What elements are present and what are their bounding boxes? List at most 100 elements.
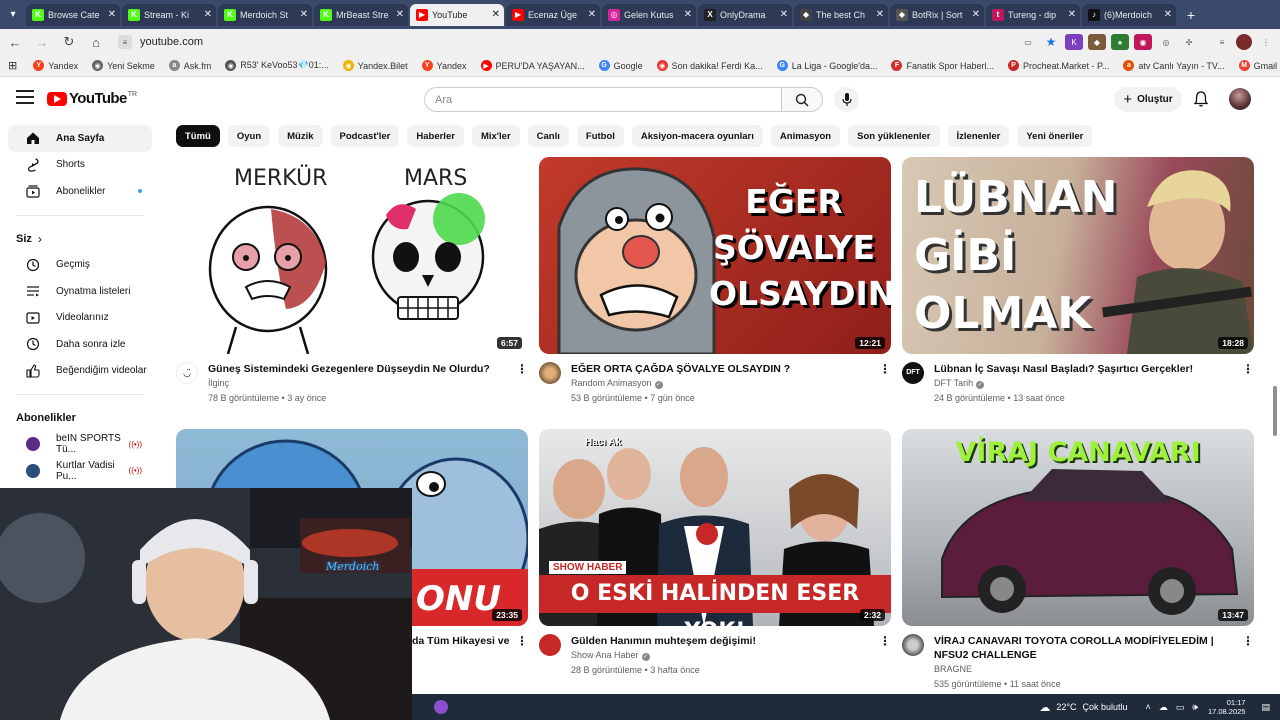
close-tab-icon[interactable]: ✕ — [780, 9, 788, 20]
close-tab-icon[interactable]: ✕ — [1164, 9, 1172, 20]
bookmark-item[interactable]: ▶ PERU'DA YAŞAYAN... — [480, 60, 585, 71]
close-tab-icon[interactable]: ✕ — [876, 9, 884, 20]
filter-chip[interactable]: Haberler — [407, 125, 464, 147]
filter-chip[interactable]: Animasyon — [770, 125, 841, 147]
close-tab-icon[interactable]: ✕ — [300, 9, 308, 20]
browser-tab[interactable]: t Tureng - dip ✕ — [986, 3, 1080, 26]
video-title[interactable]: EĞER ORTA ÇAĞDA ŞÖVALYE OLSAYDIN ? — [571, 362, 879, 376]
filter-chip[interactable]: Mix'ler — [471, 125, 520, 147]
more-actions-icon[interactable]: ⋮ — [516, 634, 528, 648]
extension-3-icon[interactable]: ● — [1111, 34, 1129, 50]
channel-avatar[interactable] — [902, 634, 924, 656]
bookmark-item[interactable]: ◉ Yeni Sekme — [92, 60, 155, 71]
profile-avatar-icon[interactable] — [1236, 34, 1252, 50]
bookmark-item[interactable]: F Fanatik Spor Haberl... — [891, 60, 994, 71]
more-actions-icon[interactable]: ⋮ — [879, 634, 891, 678]
home-button-icon[interactable]: ⌂ — [84, 30, 108, 54]
browser-tab[interactable]: ◆ The best Ch ✕ — [794, 3, 888, 26]
browser-tab[interactable]: K Merdoich St ✕ — [218, 3, 312, 26]
more-actions-icon[interactable]: ⋮ — [1242, 634, 1254, 692]
account-avatar[interactable] — [1229, 88, 1251, 110]
media-control-icon[interactable]: ≡ — [1213, 34, 1231, 50]
page-scrollbar[interactable] — [1273, 386, 1277, 436]
video-title[interactable]: VİRAJ CANAVARI TOYOTA COROLLA MODİFİYELE… — [934, 634, 1242, 662]
bookmark-item[interactable]: Y Yandex — [33, 60, 78, 71]
site-info-icon[interactable]: ≡ — [118, 35, 132, 49]
channel-avatar[interactable]: DFT — [902, 362, 924, 384]
browser-tab[interactable]: ◎ Gelen Kutus ✕ — [602, 3, 696, 26]
filter-chip[interactable]: Müzik — [278, 125, 323, 147]
channel-name[interactable]: Show Ana Haber — [571, 650, 639, 660]
weather-desc[interactable]: Çok bulutlu — [1082, 702, 1127, 712]
channel-name-row[interactable]: Show Ana Haber ✓ — [571, 648, 879, 663]
url-field[interactable]: ≡ youtube.com — [118, 31, 1019, 53]
browser-tab[interactable]: X OnlyDrama ✕ — [698, 3, 792, 26]
notifications-icon[interactable]: ▤ — [1261, 702, 1270, 713]
video-card[interactable]: Hacı Ak SHOW HABER O ESKİ HALİNDEN ESER … — [539, 429, 891, 678]
bookmark-item[interactable]: Y Yandex — [421, 60, 467, 71]
bookmark-item[interactable]: ◉ R53' KeVoo53💎01:... — [225, 60, 329, 71]
clock[interactable]: 01:17 17.08.2025 — [1208, 698, 1246, 716]
browser-tab[interactable]: ◆ BotRix | Sort ✕ — [890, 3, 984, 26]
browser-tab[interactable]: ▶ YouTube ✕ — [410, 3, 504, 26]
forward-icon[interactable]: → — [30, 30, 54, 54]
bookmark-item[interactable]: ◉ Son dakika! Ferdi Ka... — [656, 60, 763, 71]
taskbar-app-icon[interactable] — [434, 700, 448, 714]
weather-temp[interactable]: 22°C — [1056, 702, 1076, 712]
subscription-item[interactable]: Kurtlar Vadisi Pu... ((•)) — [8, 458, 152, 485]
sidebar-item[interactable]: Ana Sayfa — [8, 125, 152, 152]
video-thumbnail[interactable]: LÜBNAN GİBİ OLMAK 18:28 — [902, 157, 1254, 354]
more-actions-icon[interactable]: ⋮ — [1242, 362, 1254, 406]
channel-name-row[interactable]: DFT Tarih ✓ — [934, 376, 1242, 391]
channel-name[interactable]: İlginç — [208, 376, 516, 391]
extension-4-icon[interactable]: ◉ — [1134, 34, 1152, 50]
filter-chip[interactable]: Tümü — [176, 125, 220, 147]
video-card[interactable]: LÜBNAN GİBİ OLMAK 18:28 DFT Lübnan İç Sa… — [902, 157, 1254, 406]
extension-1-icon[interactable]: K — [1065, 34, 1083, 50]
video-title[interactable]: Lübnan İç Savaşı Nasıl Başladı? Şaşırtıc… — [934, 362, 1242, 376]
apps-grid-icon[interactable]: ⊞ — [8, 59, 17, 72]
bookmark-item[interactable]: G La Liga - Google'da... — [776, 60, 877, 71]
sidebar-item[interactable]: Daha sonra izle — [8, 331, 152, 358]
extension-5-icon[interactable]: ◎ — [1157, 34, 1175, 50]
subscription-item[interactable]: beIN SPORTS Tü... ((•)) — [8, 431, 152, 458]
close-tab-icon[interactable]: ✕ — [972, 9, 980, 20]
browser-menu-icon[interactable]: ⋮ — [1257, 34, 1275, 50]
more-actions-icon[interactable]: ⋮ — [879, 362, 891, 406]
reload-icon[interactable]: ↻ — [57, 30, 81, 54]
video-card[interactable]: EĞER ŞÖVALYE OLSAYDIN? 12:21 EĞER ORTA Ç… — [539, 157, 891, 406]
video-title[interactable]: da Tüm Hikayesi ve — [412, 634, 516, 648]
bookmark-item[interactable]: P Procheat.Market - P... — [1008, 60, 1109, 71]
close-tab-icon[interactable]: ✕ — [1068, 9, 1076, 20]
video-title[interactable]: Gülden Hanımın muhteşem değişimi! — [571, 634, 879, 648]
filter-chip[interactable]: Son yüklenenler — [848, 125, 940, 147]
sidebar-item[interactable]: Shorts — [8, 152, 152, 179]
video-thumbnail[interactable]: Hacı Ak SHOW HABER O ESKİ HALİNDEN ESER … — [539, 429, 891, 626]
channel-avatar[interactable]: ◡̈ — [176, 362, 198, 384]
channel-name-row[interactable]: Random Animasyon ✓ — [571, 376, 879, 391]
close-tab-icon[interactable]: ✕ — [588, 9, 596, 20]
filter-chip[interactable]: Canlı — [527, 125, 569, 147]
channel-name[interactable]: BRAGNE — [934, 662, 1242, 677]
browser-tab[interactable]: K Stream - Ki ✕ — [122, 3, 216, 26]
close-tab-icon[interactable]: ✕ — [108, 9, 116, 20]
sidebar-item[interactable]: Oynatma listeleri — [8, 278, 152, 305]
bookmark-item[interactable]: ◉ Yandex.Bilet — [342, 60, 408, 71]
channel-name[interactable]: DFT Tarih — [934, 378, 973, 388]
video-card[interactable]: VİRAJ CANAVARI 13:47 VİRAJ CANAVARI TOYO… — [902, 429, 1254, 692]
browser-tab[interactable]: K Browse Cate ✕ — [26, 3, 120, 26]
tray-chevron-icon[interactable]: ˄ — [1145, 702, 1150, 712]
filter-chip[interactable]: Aksiyon-macera oyunları — [631, 125, 763, 147]
browser-tab[interactable]: ♪ (6)Merdoich ✕ — [1082, 3, 1176, 26]
create-button[interactable]: + Oluştur — [1114, 87, 1182, 112]
star-icon[interactable]: ★ — [1042, 34, 1060, 50]
channel-avatar[interactable] — [539, 362, 561, 384]
bookmark-item[interactable]: a atv Canlı Yayın - TV... — [1123, 60, 1225, 71]
extension-2-icon[interactable]: ◆ — [1088, 34, 1106, 50]
close-tab-icon[interactable]: ✕ — [492, 9, 500, 20]
close-tab-icon[interactable]: ✕ — [204, 9, 212, 20]
sidebar-item[interactable]: Videolarınız — [8, 305, 152, 332]
video-thumbnail[interactable]: MERKÜR MARS 6:57 — [176, 157, 528, 354]
video-card[interactable]: MERKÜR MARS 6:57 ◡̈ Güneş Sistemindeki G… — [176, 157, 528, 406]
close-tab-icon[interactable]: ✕ — [684, 9, 692, 20]
